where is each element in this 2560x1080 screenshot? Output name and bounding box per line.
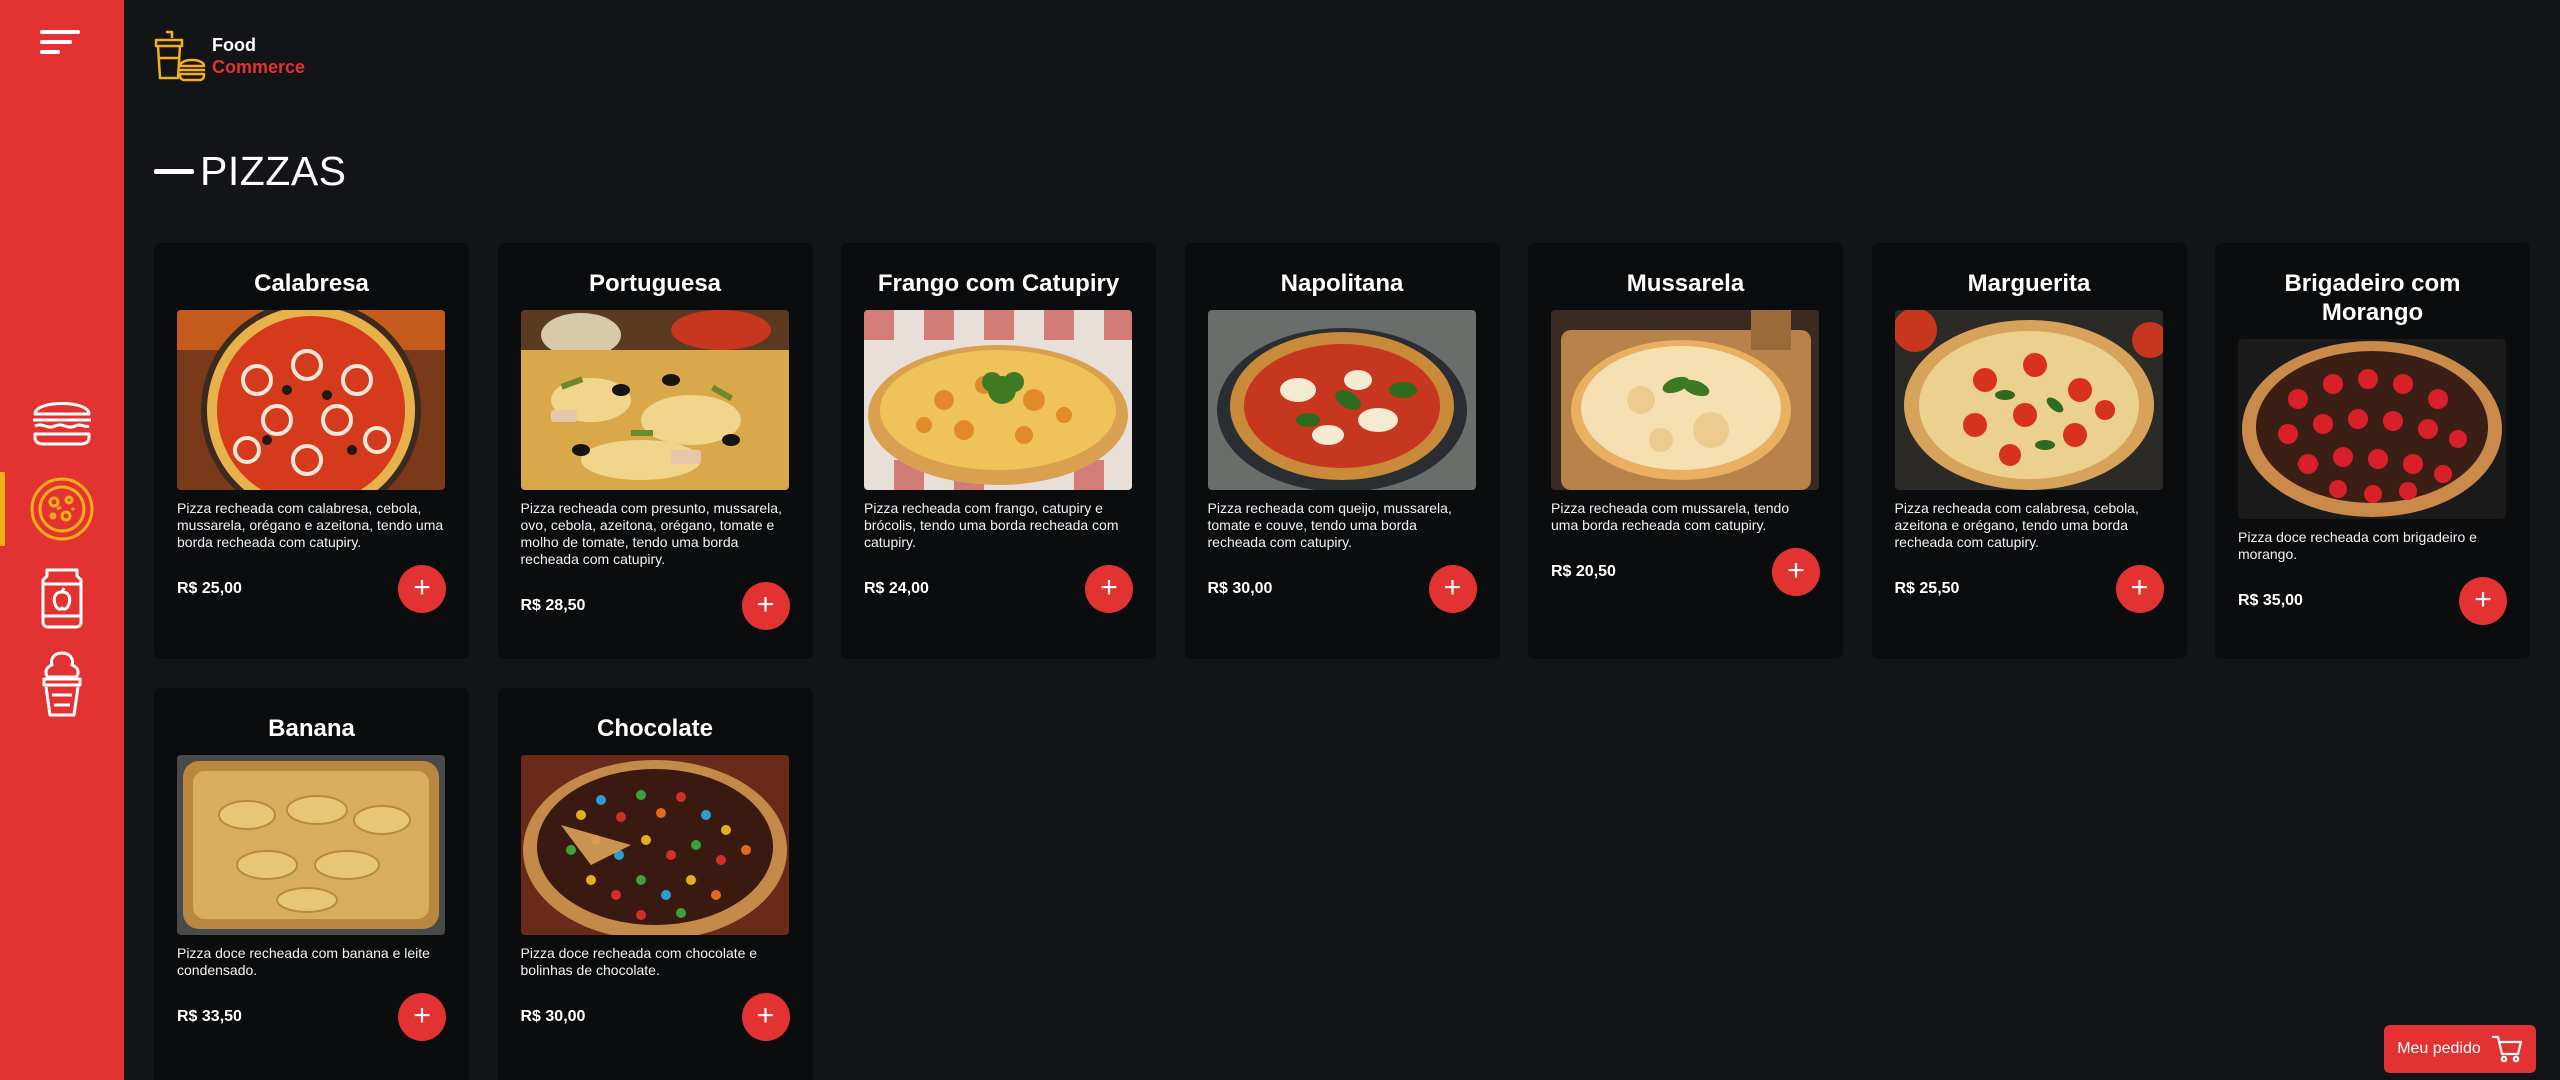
product-name: Brigadeiro com Morango (2284, 270, 2461, 326)
sidebar-item-desserts[interactable] (0, 645, 124, 723)
plus-icon: + (756, 587, 775, 621)
product-name: Marguerita (1967, 270, 2091, 297)
product-name: Frango com Catupiry (877, 270, 1120, 297)
page-heading: PIZZAS (154, 148, 347, 195)
product-card: Brigadeiro com Morango Pizza doce rechea… (2215, 243, 2530, 659)
product-card: Calabresa Pizza recheada com calabresa, … (154, 243, 469, 659)
plus-icon: + (1443, 570, 1462, 604)
page-title: PIZZAS (200, 148, 347, 194)
product-price: R$ 30,00 (1207, 580, 1273, 597)
product-price: R$ 28,50 (520, 597, 586, 614)
product-image (520, 310, 789, 490)
product-card: Marguerita Pizza recheada com calabresa,… (1871, 243, 2187, 659)
product-name: Napolitana (1280, 270, 1404, 297)
product-description: Pizza recheada com calabresa, cebola, mu… (177, 500, 444, 550)
add-to-cart-button[interactable]: + (2115, 565, 2164, 613)
food-logo-icon (154, 30, 206, 82)
add-to-cart-button[interactable]: + (1085, 565, 1133, 613)
sidebar (0, 0, 124, 1080)
product-image (864, 310, 1132, 490)
add-to-cart-button[interactable]: + (741, 582, 790, 630)
add-to-cart-button[interactable]: + (1428, 565, 1477, 613)
product-card: Chocolate Pizza doce recheada com chocol… (497, 688, 813, 1080)
product-description: Pizza doce recheada com chocolate e boli… (520, 945, 758, 978)
product-image (1551, 310, 1819, 490)
product-card: Mussarela Pizza recheada com mussarela, … (1528, 243, 1843, 659)
product-card: Frango com Catupiry Pizza recheada com f… (841, 243, 1156, 659)
product-card: Banana Pizza doce recheada com banana e … (154, 688, 469, 1080)
product-card: Napolitana Pizza recheada com queijo, mu… (1184, 243, 1500, 659)
product-price: R$ 30,00 (520, 1008, 586, 1025)
plus-icon: + (413, 570, 431, 604)
cart-icon (2491, 1035, 2522, 1063)
product-price: R$ 24,00 (864, 580, 929, 597)
product-description: Pizza doce recheada com banana e leite c… (177, 945, 430, 978)
product-image (1207, 310, 1476, 490)
add-to-cart-button[interactable]: + (2459, 577, 2507, 625)
sidebar-item-burgers[interactable] (0, 381, 124, 459)
add-to-cart-button[interactable]: + (398, 993, 446, 1041)
plus-icon: + (1787, 553, 1805, 587)
menu-icon[interactable] (38, 28, 84, 56)
product-grid: Calabresa Pizza recheada com calabresa, … (154, 243, 2530, 1080)
logo-text-commerce: Commerce (212, 57, 306, 77)
my-order-label: Meu pedido (2397, 1040, 2481, 1057)
product-price: R$ 25,00 (177, 580, 242, 597)
product-description: Pizza recheada com calabresa, cebola, az… (1894, 500, 2139, 550)
add-to-cart-button[interactable]: + (741, 993, 790, 1041)
product-name: Banana (268, 715, 355, 742)
plus-icon: + (756, 998, 775, 1032)
product-image (520, 755, 789, 935)
add-to-cart-button[interactable]: + (398, 565, 446, 613)
heading-bar (154, 169, 194, 174)
drink-can-icon (41, 568, 83, 629)
my-order-button[interactable]: Meu pedido (2384, 1025, 2536, 1073)
product-image (2238, 339, 2506, 519)
product-image (177, 755, 445, 935)
logo-text-food: Food (212, 35, 256, 55)
plus-icon: + (2130, 570, 2149, 604)
product-name: Calabresa (254, 270, 369, 297)
plus-icon: + (1100, 570, 1118, 604)
product-description: Pizza recheada com frango, catupiry e br… (864, 500, 1119, 550)
product-description: Pizza recheada com presunto, mussarela, … (520, 500, 782, 567)
product-card: Portuguesa Pizza recheada com presunto, … (497, 243, 813, 659)
pizza-icon (30, 477, 94, 541)
sidebar-item-drinks[interactable] (0, 558, 124, 636)
plus-icon: + (2474, 582, 2492, 616)
product-description: Pizza doce recheada com brigadeiro e mor… (2238, 529, 2477, 562)
sidebar-item-pizzas[interactable] (0, 470, 124, 548)
logo[interactable]: Food Commerce (152, 30, 305, 82)
ice-cream-icon (42, 651, 82, 717)
product-price: R$ 33,50 (177, 1008, 242, 1025)
plus-icon: + (413, 998, 431, 1032)
product-description: Pizza recheada com queijo, mussarela, to… (1207, 500, 1452, 550)
product-description: Pizza recheada com mussarela, tendo uma … (1551, 500, 1790, 533)
product-name: Portuguesa (588, 270, 722, 297)
burger-icon (33, 402, 91, 446)
product-name: Mussarela (1626, 270, 1745, 297)
product-price: R$ 20,50 (1551, 563, 1616, 580)
product-image (177, 310, 445, 490)
product-price: R$ 35,00 (2238, 592, 2303, 609)
product-image (1894, 310, 2163, 490)
add-to-cart-button[interactable]: + (1772, 548, 1820, 596)
product-price: R$ 25,50 (1894, 580, 1960, 597)
product-name: Chocolate (596, 715, 713, 742)
